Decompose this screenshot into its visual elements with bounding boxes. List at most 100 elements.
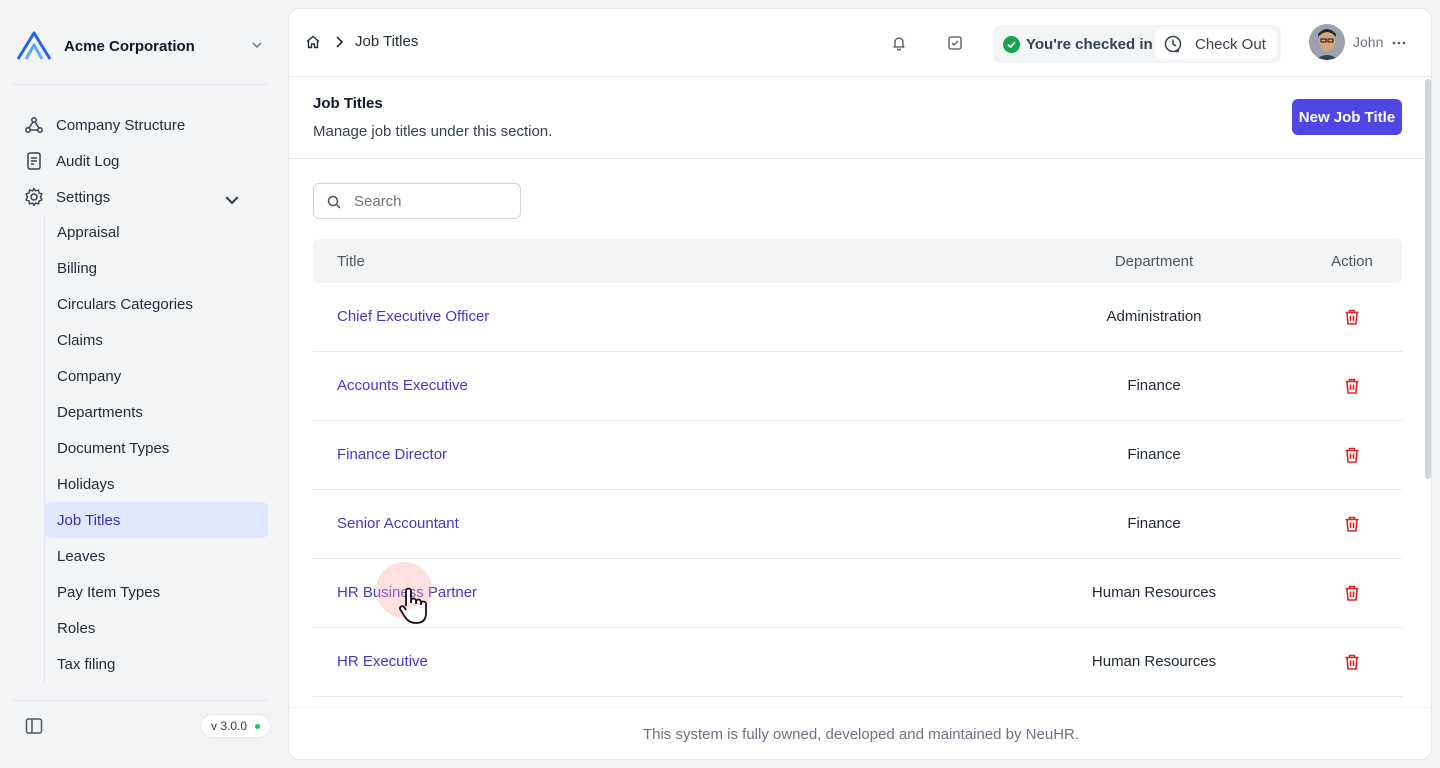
scrollbar[interactable]	[1425, 79, 1431, 479]
main-panel: Job Titles You're checked in Check Out J…	[288, 8, 1432, 760]
settings-item-label: Roles	[57, 619, 96, 637]
settings-item-billing[interactable]: Billing	[45, 250, 268, 286]
settings-item-label: Circulars Categories	[57, 295, 193, 313]
chevron-right-icon	[336, 35, 344, 48]
settings-item-job-titles[interactable]: Job Titles	[45, 502, 268, 538]
settings-item-label: Holidays	[57, 475, 115, 493]
department-label: Finance	[1127, 446, 1181, 463]
page-subtitle: Manage job titles under this section.	[313, 123, 553, 140]
user-photo-icon	[1309, 24, 1345, 60]
settings-item-label: Tax filing	[57, 655, 116, 673]
settings-item-holidays[interactable]: Holidays	[45, 466, 268, 502]
check-out-button[interactable]: Check Out	[1155, 29, 1277, 59]
settings-item-appraisal[interactable]: Appraisal	[45, 214, 268, 250]
version-badge: v 3.0.0	[200, 714, 272, 738]
column-header-department-label: Department	[1114, 253, 1194, 270]
settings-item-label: Job Titles	[57, 511, 121, 529]
more-horizontal-icon[interactable]	[1391, 35, 1407, 51]
settings-item-pay-item-types[interactable]: Pay Item Types	[45, 574, 268, 610]
column-header-action-label: Action	[1331, 253, 1373, 270]
search-input[interactable]	[354, 190, 514, 212]
document-icon	[27, 152, 41, 170]
page-title: Job Titles	[313, 95, 383, 112]
trash-icon[interactable]	[1343, 653, 1361, 671]
job-title-link[interactable]: Senior Accountant	[337, 515, 459, 532]
column-header-title: Title	[337, 253, 365, 270]
table-row: Senior Accountant Finance	[313, 490, 1402, 559]
nav-label: Audit Log	[56, 152, 120, 170]
trash-icon[interactable]	[1343, 308, 1361, 326]
org-switcher[interactable]: Acme Corporation	[12, 24, 276, 68]
settings-item-claims[interactable]: Claims	[45, 322, 268, 358]
trash-icon[interactable]	[1343, 377, 1361, 395]
department-label: Administration	[1106, 308, 1202, 325]
job-title-link[interactable]: HR Executive	[337, 653, 428, 670]
settings-item-circulars-categories[interactable]: Circulars Categories	[45, 286, 268, 322]
check-out-label: Check Out	[1195, 35, 1266, 53]
sidebar-divider	[12, 84, 268, 85]
settings-item-tax-filing[interactable]: Tax filing	[45, 646, 268, 682]
settings-item-leaves[interactable]: Leaves	[45, 538, 268, 574]
sidebar: Acme Corporation Company Structure Audit…	[0, 0, 288, 768]
settings-item-departments[interactable]: Departments	[45, 394, 268, 430]
table-row: Accounts Executive Finance	[313, 352, 1402, 421]
hand-pointer-icon	[399, 587, 427, 624]
org-name: Acme Corporation	[64, 37, 195, 55]
chevron-down-icon	[252, 42, 262, 49]
version-label: v 3.0.0	[211, 719, 248, 733]
trash-icon[interactable]	[1343, 584, 1361, 602]
bell-icon[interactable]	[891, 35, 907, 51]
footer: This system is fully owned, developed an…	[289, 707, 1431, 759]
nav-label: Company Structure	[56, 116, 186, 134]
settings-item-label: Departments	[57, 403, 143, 421]
gear-icon	[25, 187, 43, 207]
department-label: Finance	[1127, 377, 1181, 394]
task-check-icon[interactable]	[947, 35, 963, 51]
new-job-title-button[interactable]: New Job Title	[1292, 99, 1402, 135]
settings-item-label: Document Types	[57, 439, 170, 457]
table-row: Chief Executive Officer Administration	[313, 283, 1402, 352]
status-dot	[255, 723, 261, 729]
job-title-link[interactable]: Accounts Executive	[337, 377, 468, 394]
nav-settings[interactable]: Settings	[12, 180, 268, 214]
page-header: Job Titles Manage job titles under this …	[289, 77, 1431, 159]
nav-company-structure[interactable]: Company Structure	[12, 108, 268, 142]
job-title-link[interactable]: Finance Director	[337, 446, 447, 463]
home-icon[interactable]	[305, 34, 321, 50]
clock-icon	[1164, 35, 1182, 53]
table-row: HR Executive Human Resources	[313, 628, 1402, 697]
table-row: HR Business Partner Human Resources	[313, 559, 1402, 628]
department-label: Human Resources	[1091, 653, 1217, 670]
department-label: Human Resources	[1091, 584, 1217, 601]
checkin-status: You're checked in Check Out	[993, 25, 1281, 63]
settings-item-label: Appraisal	[57, 223, 120, 241]
footer-text: This system is fully owned, developed an…	[642, 726, 1080, 743]
settings-item-roles[interactable]: Roles	[45, 610, 268, 646]
table-header: Title Department Action	[313, 239, 1402, 283]
sidebar-collapse-icon[interactable]	[24, 716, 44, 736]
settings-item-document-types[interactable]: Document Types	[45, 430, 268, 466]
settings-item-label: Claims	[57, 331, 103, 349]
settings-item-label: Pay Item Types	[57, 583, 161, 601]
checkin-text: You're checked in	[1026, 35, 1153, 53]
breadcrumb: Job Titles	[305, 33, 418, 50]
top-bar: Job Titles You're checked in Check Out J…	[289, 9, 1431, 77]
sidebar-divider	[12, 700, 268, 701]
avatar[interactable]	[1309, 24, 1345, 60]
department-label: Finance	[1127, 515, 1181, 532]
settings-item-label: Leaves	[57, 547, 106, 565]
hierarchy-icon	[25, 117, 43, 133]
trash-icon[interactable]	[1343, 515, 1361, 533]
settings-item-label: Company	[57, 367, 122, 385]
user-name[interactable]: John	[1353, 34, 1383, 50]
chevron-down-icon	[225, 196, 239, 205]
check-circle-icon	[1003, 35, 1020, 53]
job-title-link[interactable]: Chief Executive Officer	[337, 308, 489, 325]
settings-item-company[interactable]: Company	[45, 358, 268, 394]
nav-audit-log[interactable]: Audit Log	[12, 144, 268, 178]
settings-item-label: Billing	[57, 259, 98, 277]
trash-icon[interactable]	[1343, 446, 1361, 464]
search-box	[313, 183, 521, 219]
acme-logo-icon	[16, 31, 52, 60]
table-row: Finance Director Finance	[313, 421, 1402, 490]
